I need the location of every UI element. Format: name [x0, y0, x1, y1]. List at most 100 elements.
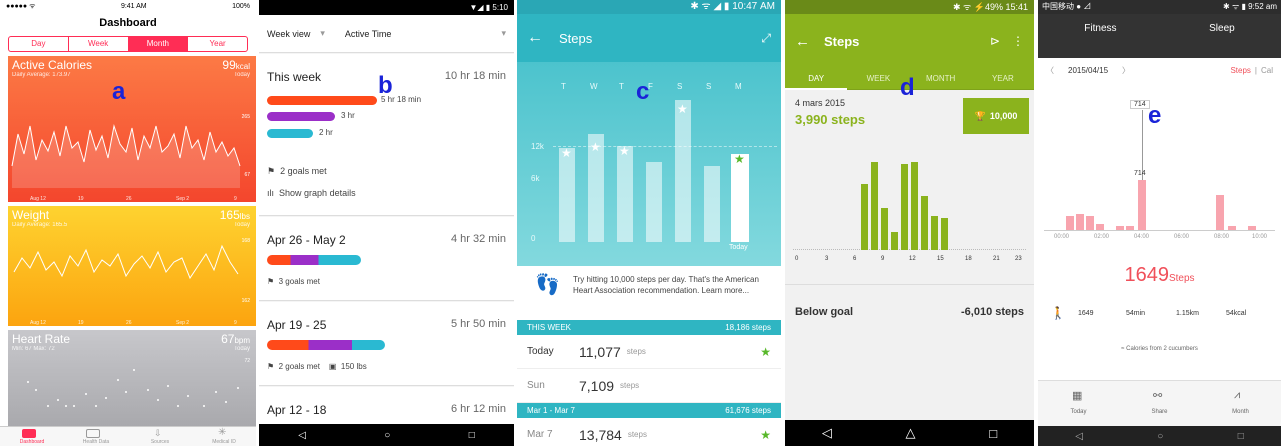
expand-icon[interactable]: ⤢: [761, 31, 771, 46]
top-tabs: Fitness Sleep: [1038, 14, 1281, 58]
week-card[interactable]: Apr 19 - 25 5 hr 50 min ⚑ 2 goals met ▣ 1…: [259, 302, 514, 386]
scale-icon: ▣: [328, 362, 337, 371]
panel-label-c: c: [636, 78, 650, 105]
peak-tooltip: 714: [1130, 100, 1150, 109]
heart-rate-card[interactable]: Heart Rate 67bpm Min: 67 Max: 72 Today 7…: [8, 330, 256, 426]
dashboard-icon: [22, 429, 36, 438]
card-total: 5 hr 50 min: [450, 318, 506, 330]
back-arrow-icon[interactable]: ←: [527, 29, 543, 47]
bar: [891, 232, 898, 250]
y-tick: 0: [531, 234, 536, 243]
chevron-left-icon[interactable]: 〈: [1046, 65, 1054, 76]
home-icon[interactable]: ○: [384, 430, 390, 441]
asterisk-icon: ✳: [218, 427, 227, 438]
stat-steps: 1649: [1078, 309, 1094, 317]
bar: [704, 166, 720, 242]
tab-sleep[interactable]: Sleep: [1209, 23, 1235, 58]
recents-icon[interactable]: □: [469, 430, 475, 441]
segment-day[interactable]: Day: [9, 37, 69, 51]
step-count: 3,990 steps: [795, 112, 866, 127]
page-title: Steps: [559, 30, 593, 46]
panel-label-b: b: [378, 72, 393, 99]
bar: ★: [588, 134, 604, 242]
bar: [1126, 226, 1134, 230]
tab-year[interactable]: YEAR: [972, 74, 1034, 83]
tab-month[interactable]: MONTH: [910, 74, 972, 83]
week-view-dropdown[interactable]: Week view: [267, 29, 310, 39]
star-icon: ★: [760, 427, 771, 442]
bar: [1066, 216, 1074, 230]
chart-icon: ⩘: [1234, 389, 1241, 401]
tab-today[interactable]: ▦ Today: [1038, 381, 1119, 426]
tab-dashboard[interactable]: Dashboard: [0, 427, 64, 446]
bar: [1216, 195, 1224, 230]
back-arrow-icon[interactable]: ←: [795, 33, 810, 50]
tab-sources[interactable]: ⇩ Sources: [128, 427, 192, 446]
tab-share[interactable]: ⚯ Share: [1119, 381, 1200, 426]
recents-icon[interactable]: □: [1238, 431, 1244, 442]
recents-icon[interactable]: □: [989, 426, 997, 441]
tab-bar: Dashboard Health Data ⇩ Sources ✳ Medical …: [0, 426, 256, 446]
share-icon[interactable]: ⊳: [990, 34, 1000, 48]
list-item[interactable]: Sun 7,109 steps: [517, 369, 781, 403]
tab-health-data[interactable]: Health Data: [64, 427, 128, 446]
tab-day[interactable]: DAY: [785, 68, 848, 90]
card-total: 10 hr 18 min: [444, 70, 506, 82]
list-item[interactable]: Today 11,077 steps ★: [517, 335, 781, 369]
goal-badge: 🏆 10,000: [963, 98, 1029, 134]
back-icon[interactable]: ◁: [298, 430, 306, 441]
toggle-cal[interactable]: Cal: [1261, 66, 1273, 75]
bar-peak: [1138, 180, 1146, 230]
bar: [1248, 226, 1256, 230]
status-bar: 中国移动 ● ⊿ ✱ ᯤ ▮ 9:52 am: [1038, 0, 1281, 14]
activity-bar: [267, 340, 385, 350]
overflow-menu-icon[interactable]: ⋮: [1012, 34, 1024, 48]
bar: [941, 218, 948, 250]
app-bar: ← Steps ⊳ ⋮: [785, 14, 1034, 68]
heart-rate-scatter: [27, 369, 239, 407]
home-icon[interactable]: △: [906, 425, 916, 441]
segment-year[interactable]: Year: [188, 37, 247, 51]
chevron-right-icon[interactable]: 〉: [1122, 65, 1130, 76]
toggle-steps[interactable]: Steps: [1230, 66, 1250, 75]
segment-week[interactable]: Week: [69, 37, 129, 51]
bar: ★: [617, 144, 633, 242]
show-graph-button[interactable]: ılı Show graph details: [267, 188, 356, 198]
back-icon[interactable]: ◁: [1075, 431, 1083, 442]
tab-medical-id[interactable]: ✳ Medical ID: [192, 427, 256, 446]
week-card[interactable]: Apr 26 - May 2 4 hr 32 min ⚑ 3 goals met: [259, 217, 514, 301]
home-icon[interactable]: ○: [1157, 431, 1163, 442]
bar: [881, 208, 888, 250]
panel-label-d: d: [900, 74, 915, 101]
bar-label: 2 hr: [319, 128, 333, 137]
panel-a-ios-health: ●●●●● ᯤ 9:41 AM 100% Dashboard Day Week …: [0, 0, 256, 446]
segment-month[interactable]: Month: [128, 37, 189, 51]
tip-message[interactable]: 👣 Try hitting 10,000 steps per day. That…: [517, 266, 781, 320]
card-title: Apr 12 - 18: [267, 403, 327, 417]
weight-card[interactable]: Weight 165lbs Daily Average: 165.5 Today…: [8, 206, 256, 326]
week-card[interactable]: Apr 12 - 18 6 hr 12 min: [259, 387, 514, 427]
back-icon[interactable]: ◁: [822, 425, 832, 441]
weight-value: 150 lbs: [340, 362, 367, 371]
star-icon: ★: [561, 146, 572, 160]
list-item[interactable]: Mar 7 13,784 steps ★: [517, 418, 781, 446]
active-time-dropdown[interactable]: Active Time: [345, 29, 392, 39]
walker-icon: 🚶: [1050, 306, 1066, 320]
walking-bar: [267, 129, 313, 138]
goals-met: 2 goals met: [278, 362, 320, 371]
tab-fitness[interactable]: Fitness: [1084, 23, 1116, 58]
bar-today: ★: [731, 152, 749, 242]
stat-distance: 1.15km: [1176, 309, 1199, 317]
panel-label-e: e: [1148, 102, 1162, 129]
stat-duration: 54min: [1126, 309, 1146, 317]
page-title: Steps: [824, 33, 860, 49]
tab-month[interactable]: ⩘ Month: [1200, 381, 1281, 426]
running-bar: [267, 96, 377, 105]
flag-icon: ⚑: [267, 166, 276, 176]
bar: [1076, 214, 1084, 230]
android-nav-bar: ◁ ○ □: [259, 424, 514, 446]
active-calories-card[interactable]: Active Calories 99kcal Daily Average: 17…: [8, 56, 256, 202]
goal-difference: -6,010 steps: [961, 306, 1024, 318]
android-nav-bar: ◁ △ □: [785, 420, 1034, 446]
filter-bar: Week view ▾ Active Time ▾: [259, 15, 514, 53]
